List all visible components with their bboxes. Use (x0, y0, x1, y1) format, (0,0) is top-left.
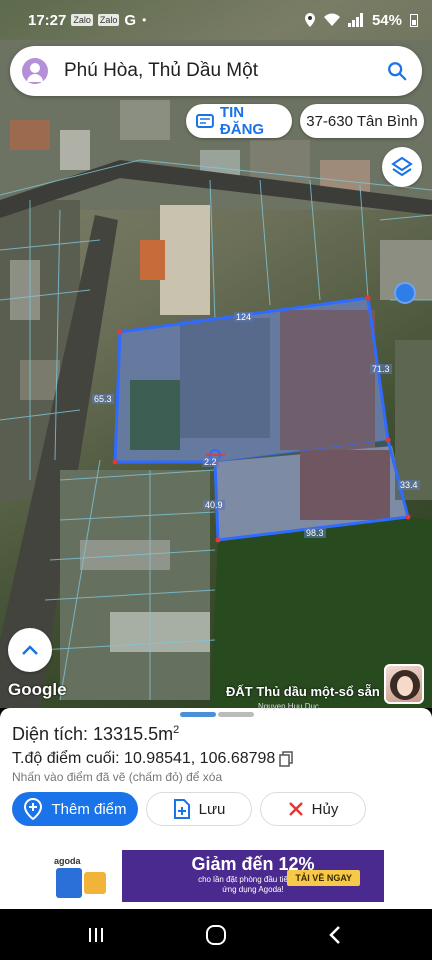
add-file-icon (173, 799, 190, 819)
coordinates-readout: T.độ điểm cuối: 10.98541, 106.68798 (12, 750, 294, 768)
edge-label: 65.3 (92, 394, 114, 404)
battery-icon (410, 14, 418, 27)
sheet-handle[interactable] (218, 712, 254, 717)
zalo-icon: Zalo (71, 14, 93, 26)
signal-icon (347, 13, 363, 27)
google-logo: Google (8, 680, 67, 699)
zalo-icon: Zalo (97, 14, 120, 26)
parcel-code-chip[interactable]: 37-630 Tân Bình (300, 104, 424, 138)
wifi-icon (323, 13, 340, 26)
location-icon (304, 13, 315, 27)
listing-icon (196, 114, 214, 128)
layers-icon (391, 156, 413, 177)
home-icon[interactable] (204, 923, 228, 947)
close-icon (288, 802, 303, 816)
search-bar[interactable]: Phú Hòa, Thủ Dầu Một (10, 46, 422, 96)
clock: 17:27 (28, 11, 67, 29)
tin-dang-chip[interactable]: TIN ĐĂNG (186, 104, 292, 138)
area-readout: Diện tích: 13315.5m2 (12, 724, 180, 744)
ad-row: agoda Giảm đến 12% cho lần đặt phòng đầu… (0, 843, 432, 909)
search-input[interactable]: Phú Hòa, Thủ Dầu Một (64, 60, 386, 82)
map-ad-thumbnail[interactable] (384, 664, 424, 704)
back-icon[interactable] (324, 923, 348, 947)
banner-subtext: ứng dụng Agoda! (222, 885, 284, 894)
edge-label: 124 (234, 312, 254, 322)
sheet-handle[interactable] (180, 712, 216, 717)
layers-button[interactable] (382, 147, 422, 187)
banner-cta-button[interactable]: TẢI VỀ NGAY (287, 870, 360, 886)
map-ad-title[interactable]: ĐẤT Thủ dầu một-sổ sẵn (226, 684, 380, 699)
search-icon[interactable] (386, 60, 408, 82)
cancel-button[interactable]: Hủy (260, 792, 366, 826)
edge-label: 71.3 (370, 364, 392, 374)
edge-label: 98.3 (304, 528, 326, 538)
google-icon: G (124, 11, 137, 29)
measure-sheet: Diện tích: 13315.5m2 T.độ điểm cuối: 10.… (0, 708, 432, 843)
avatar[interactable] (22, 58, 48, 84)
add-location-icon (24, 798, 43, 820)
agoda-banner[interactable]: agoda Giảm đến 12% cho lần đặt phòng đầu… (48, 850, 384, 902)
recent-apps-icon[interactable] (84, 923, 108, 947)
system-nav-bar (0, 909, 432, 960)
parcel-code-label: 37-630 Tân Bình (306, 112, 418, 130)
add-point-button[interactable]: Thêm điểm (12, 792, 138, 826)
copy-icon[interactable] (279, 751, 294, 767)
battery-level: 54% (371, 11, 402, 29)
map-ad-author: Nguyen Huu Duc (258, 702, 319, 711)
my-location-dot (394, 282, 416, 304)
edge-label: 33.4 (398, 480, 420, 490)
agoda-logo: agoda (48, 850, 122, 902)
notification-dot: • (142, 13, 147, 27)
chevron-up-icon (22, 645, 38, 655)
hint-text: Nhấn vào điểm đã vẽ (chấm đỏ) để xóa (12, 770, 223, 784)
expand-button[interactable] (8, 628, 52, 672)
save-button[interactable]: Lưu (146, 792, 252, 826)
edge-label: 40.9 (203, 500, 225, 510)
edge-label: 2.2 (202, 457, 219, 467)
status-bar: 17:27 Zalo Zalo G • 54% (0, 0, 432, 40)
tin-dang-label: TIN ĐĂNG (219, 104, 265, 138)
